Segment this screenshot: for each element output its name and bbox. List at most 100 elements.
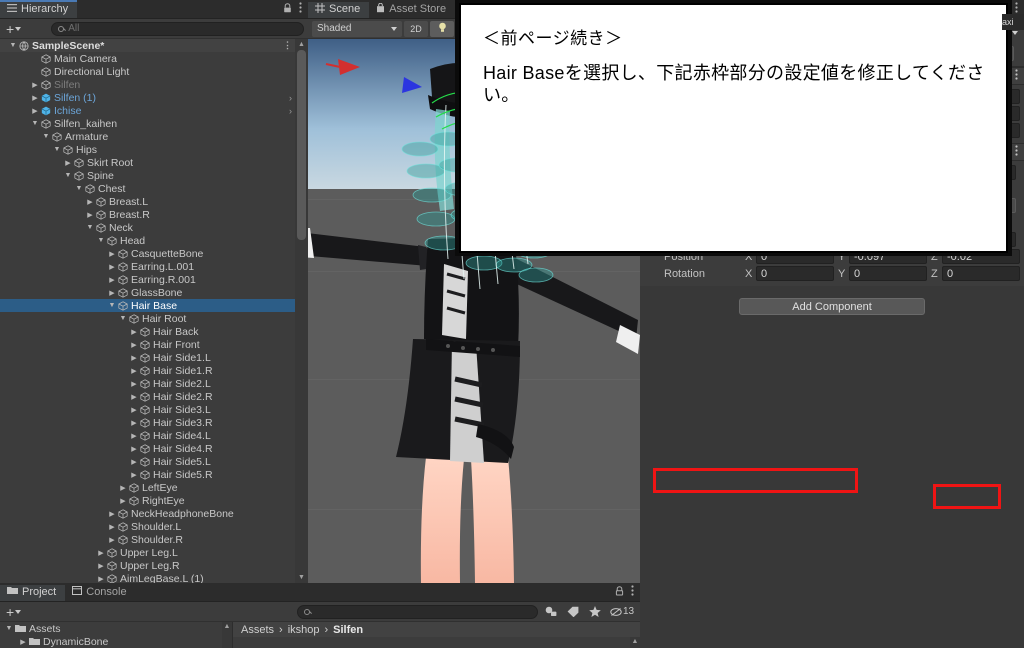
- hierarchy-item-hair-side5-l[interactable]: ▶Hair Side5.L: [0, 455, 308, 468]
- disclosure-triangle-icon[interactable]: ▶: [85, 198, 95, 206]
- kebab-menu-icon[interactable]: [1015, 145, 1018, 159]
- tab-scene[interactable]: Scene: [308, 0, 369, 18]
- hierarchy-item-skirt-root[interactable]: ▶Skirt Root: [0, 156, 308, 169]
- disclosure-triangle-icon[interactable]: ▼: [107, 302, 117, 309]
- disclosure-triangle-icon[interactable]: ▶: [30, 68, 40, 76]
- hierarchy-item-hair-back[interactable]: ▶Hair Back: [0, 325, 308, 338]
- project-assets-scrollbar[interactable]: ▲: [630, 637, 640, 648]
- hierarchy-item-hair-side3-r[interactable]: ▶Hair Side3.R: [0, 416, 308, 429]
- project-asset-browser[interactable]: Assets›ikshop›Silfen ▲: [232, 622, 640, 648]
- hierarchy-item-casquettebone[interactable]: ▶CasquetteBone: [0, 247, 308, 260]
- tab-hierarchy[interactable]: Hierarchy: [0, 0, 77, 18]
- scroll-up-arrow[interactable]: ▲: [295, 39, 308, 50]
- hierarchy-item-righteye[interactable]: ▶RightEye: [0, 494, 308, 507]
- disclosure-triangle-icon[interactable]: ▶: [30, 55, 40, 63]
- disclosure-triangle-icon[interactable]: ▶: [107, 510, 117, 518]
- hierarchy-item-shoulder-r[interactable]: ▶Shoulder.R: [0, 533, 308, 546]
- disclosure-triangle-icon[interactable]: ▶: [30, 107, 40, 115]
- tab-console[interactable]: Console: [65, 583, 135, 601]
- disclosure-triangle-icon[interactable]: ▶: [129, 380, 139, 388]
- kebab-menu-icon[interactable]: ⋮: [283, 40, 292, 51]
- disclosure-triangle-icon[interactable]: ▶: [129, 432, 139, 440]
- hierarchy-item-upper-leg-r[interactable]: ▶Upper Leg.R: [0, 559, 308, 572]
- hierarchy-item-hair-side4-l[interactable]: ▶Hair Side4.L: [0, 429, 308, 442]
- disclosure-triangle-icon[interactable]: ▶: [129, 458, 139, 466]
- hierarchy-item-aimlegbase-l-1[interactable]: ▶AimLegBase.L (1): [0, 572, 308, 583]
- disclosure-triangle-icon[interactable]: ▼: [30, 120, 40, 127]
- disclosure-triangle-icon[interactable]: ▼: [41, 133, 51, 140]
- scrollbar-thumb[interactable]: [297, 50, 306, 240]
- disclosure-triangle-icon[interactable]: ▼: [63, 172, 73, 179]
- kebab-menu-icon[interactable]: [299, 2, 302, 16]
- project-tree-item-assets[interactable]: ▼Assets: [0, 622, 232, 635]
- hierarchy-item-chest[interactable]: ▼Chest: [0, 182, 308, 195]
- project-folder-tree[interactable]: ▼Assets▶DynamicBone ▲: [0, 622, 232, 648]
- disclosure-triangle-icon[interactable]: ▶: [129, 471, 139, 479]
- hierarchy-item-shoulder-l[interactable]: ▶Shoulder.L: [0, 520, 308, 533]
- disclosure-triangle-icon[interactable]: ▶: [107, 250, 117, 258]
- favorites-star-icon[interactable]: [586, 604, 604, 620]
- hierarchy-item-hair-side4-r[interactable]: ▶Hair Side4.R: [0, 442, 308, 455]
- hierarchy-item-hair-base[interactable]: ▼Hair Base: [0, 299, 308, 312]
- disclosure-triangle-icon[interactable]: ▼: [85, 224, 95, 231]
- breadcrumb-item-silfen[interactable]: Silfen: [333, 624, 363, 636]
- project-search-input[interactable]: [297, 605, 538, 619]
- disclosure-triangle-icon[interactable]: ▶: [118, 484, 128, 492]
- scroll-down-arrow[interactable]: ▼: [295, 572, 308, 583]
- collider-rotation-x[interactable]: X 0: [745, 266, 834, 281]
- hierarchy-item-lefteye[interactable]: ▶LeftEye: [0, 481, 308, 494]
- chevron-right-icon[interactable]: ›: [289, 106, 292, 116]
- hierarchy-item-hair-side2-r[interactable]: ▶Hair Side2.R: [0, 390, 308, 403]
- hierarchy-item-hair-side5-r[interactable]: ▶Hair Side5.R: [0, 468, 308, 481]
- hierarchy-item-hair-side2-l[interactable]: ▶Hair Side2.L: [0, 377, 308, 390]
- disclosure-triangle-icon[interactable]: ▶: [129, 328, 139, 336]
- disclosure-triangle-icon[interactable]: ▶: [129, 367, 139, 375]
- project-tree-scrollbar[interactable]: ▲: [222, 622, 232, 648]
- hidden-packages-indicator[interactable]: 13: [608, 604, 636, 620]
- disclosure-triangle-icon[interactable]: ▼: [52, 146, 62, 153]
- hierarchy-item-hair-front[interactable]: ▶Hair Front: [0, 338, 308, 351]
- toggle-lighting-button[interactable]: [430, 21, 454, 37]
- kebab-menu-icon[interactable]: [631, 585, 634, 599]
- breadcrumb[interactable]: Assets›ikshop›Silfen: [233, 622, 640, 637]
- hierarchy-item-breast-r[interactable]: ▶Breast.R: [0, 208, 308, 221]
- kebab-menu-icon[interactable]: [1015, 69, 1018, 83]
- disclosure-triangle-icon[interactable]: ▼: [74, 185, 84, 192]
- hierarchy-item-directional-light[interactable]: ▶Directional Light: [0, 65, 308, 78]
- hierarchy-item-hair-side1-l[interactable]: ▶Hair Side1.L: [0, 351, 308, 364]
- disclosure-triangle-icon[interactable]: ▶: [107, 523, 117, 531]
- hierarchy-item-head[interactable]: ▼Head: [0, 234, 308, 247]
- disclosure-triangle-icon[interactable]: ▶: [107, 263, 117, 271]
- hierarchy-item-hips[interactable]: ▼Hips: [0, 143, 308, 156]
- tab-project[interactable]: Project: [0, 583, 65, 601]
- collider-rotation-y[interactable]: Y 0: [838, 266, 927, 281]
- lock-icon[interactable]: [283, 3, 292, 16]
- hierarchy-item-upper-leg-l[interactable]: ▶Upper Leg.L: [0, 546, 308, 559]
- hierarchy-item-hair-side3-l[interactable]: ▶Hair Side3.L: [0, 403, 308, 416]
- disclosure-triangle-icon[interactable]: ▼: [96, 237, 106, 244]
- disclosure-triangle-icon[interactable]: ▶: [18, 638, 28, 646]
- disclosure-triangle-icon[interactable]: ▶: [129, 419, 139, 427]
- disclosure-triangle-icon[interactable]: ▶: [85, 211, 95, 219]
- lock-icon[interactable]: [615, 586, 624, 599]
- tab-asset-store[interactable]: Asset Store: [369, 0, 455, 18]
- disclosure-triangle-icon[interactable]: ▶: [96, 562, 106, 570]
- project-tree-item-dynamicbone[interactable]: ▶DynamicBone: [0, 635, 232, 648]
- disclosure-triangle-icon[interactable]: ▶: [107, 276, 117, 284]
- disclosure-triangle-icon[interactable]: ▶: [107, 536, 117, 544]
- disclosure-triangle-icon[interactable]: ▶: [129, 445, 139, 453]
- search-by-label-icon[interactable]: [564, 604, 582, 620]
- shading-mode-dropdown[interactable]: Shaded: [312, 21, 402, 37]
- toggle-2d-button[interactable]: 2D: [404, 21, 428, 37]
- breadcrumb-item-assets[interactable]: Assets: [241, 624, 274, 636]
- disclosure-triangle-icon[interactable]: ▶: [30, 81, 40, 89]
- hierarchy-item-samplescene[interactable]: ▼SampleScene*⋮: [0, 39, 308, 52]
- add-component-button[interactable]: Add Component: [739, 298, 925, 315]
- hierarchy-item-main-camera[interactable]: ▶Main Camera: [0, 52, 308, 65]
- hierarchy-item-armature[interactable]: ▼Armature: [0, 130, 308, 143]
- chevron-down-icon[interactable]: [1012, 31, 1018, 35]
- hierarchy-item-ichise[interactable]: ▶Ichise›: [0, 104, 308, 117]
- hierarchy-item-earring-l-001[interactable]: ▶Earring.L.001: [0, 260, 308, 273]
- hierarchy-item-spine[interactable]: ▼Spine: [0, 169, 308, 182]
- create-gameobject-button[interactable]: +: [4, 22, 23, 36]
